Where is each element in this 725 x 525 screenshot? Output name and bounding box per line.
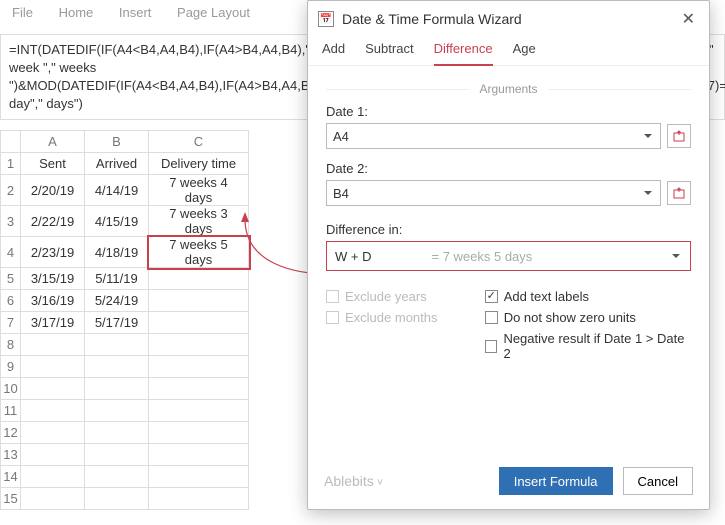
cell[interactable] xyxy=(21,466,85,488)
row-header[interactable]: 11 xyxy=(1,400,21,422)
row-header[interactable]: 7 xyxy=(1,312,21,334)
cell[interactable] xyxy=(21,378,85,400)
row-header[interactable]: 5 xyxy=(1,268,21,290)
cell[interactable]: Arrived xyxy=(85,153,149,175)
spreadsheet-grid: A B C 1 Sent Arrived Delivery time 2 2/2… xyxy=(0,130,249,510)
range-picker-icon xyxy=(673,130,685,142)
cell[interactable] xyxy=(149,290,249,312)
range-picker-icon xyxy=(673,187,685,199)
date1-input[interactable]: A4 xyxy=(326,123,661,149)
checkbox-exclude-years: Exclude years xyxy=(326,289,485,304)
cell[interactable] xyxy=(149,356,249,378)
tab-difference[interactable]: Difference xyxy=(434,35,493,66)
dialog-tabs: Add Subtract Difference Age xyxy=(308,35,709,66)
col-header-c[interactable]: C xyxy=(149,131,249,153)
tab-pagelayout[interactable]: Page Layout xyxy=(177,5,250,20)
cell-highlighted[interactable]: 7 weeks 5 days xyxy=(149,237,249,268)
cell[interactable] xyxy=(85,444,149,466)
checkbox-no-zero-units[interactable]: Do not show zero units xyxy=(485,310,691,325)
cell[interactable] xyxy=(149,422,249,444)
row-header[interactable]: 15 xyxy=(1,488,21,510)
cell[interactable] xyxy=(85,488,149,510)
cell[interactable]: 5/24/19 xyxy=(85,290,149,312)
cell[interactable]: 2/22/19 xyxy=(21,206,85,237)
checkbox-add-text-labels[interactable]: Add text labels xyxy=(485,289,691,304)
cell[interactable]: 7 weeks 4 days xyxy=(149,175,249,206)
cell[interactable] xyxy=(85,466,149,488)
tab-file[interactable]: File xyxy=(12,5,33,20)
cell[interactable] xyxy=(149,268,249,290)
cell[interactable] xyxy=(149,444,249,466)
row-header[interactable]: 6 xyxy=(1,290,21,312)
row-header[interactable]: 2 xyxy=(1,175,21,206)
row-header[interactable]: 4 xyxy=(1,237,21,268)
tab-home[interactable]: Home xyxy=(59,5,94,20)
date2-range-picker-button[interactable] xyxy=(667,181,691,205)
checkbox-negative-result[interactable]: Negative result if Date 1 > Date 2 xyxy=(485,331,691,361)
cell[interactable]: Sent xyxy=(21,153,85,175)
col-header-b[interactable]: B xyxy=(85,131,149,153)
cell[interactable] xyxy=(149,334,249,356)
row-header[interactable]: 13 xyxy=(1,444,21,466)
row-header[interactable]: 10 xyxy=(1,378,21,400)
difference-in-select[interactable]: W + D = 7 weeks 5 days xyxy=(326,241,691,271)
date1-label: Date 1: xyxy=(326,104,691,119)
cell[interactable]: 4/15/19 xyxy=(85,206,149,237)
brand-menu[interactable]: Ablebits xyxy=(324,473,383,489)
date1-range-picker-button[interactable] xyxy=(667,124,691,148)
row-header[interactable]: 1 xyxy=(1,153,21,175)
cell[interactable] xyxy=(149,488,249,510)
cell[interactable] xyxy=(21,334,85,356)
cell[interactable]: 4/18/19 xyxy=(85,237,149,268)
cell[interactable] xyxy=(21,400,85,422)
row-header[interactable]: 3 xyxy=(1,206,21,237)
difference-preview: = 7 weeks 5 days xyxy=(431,249,532,264)
cell[interactable]: 2/23/19 xyxy=(21,237,85,268)
dialog-title: Date & Time Formula Wizard xyxy=(342,11,522,27)
cell[interactable]: 4/14/19 xyxy=(85,175,149,206)
row-header[interactable]: 8 xyxy=(1,334,21,356)
tab-add[interactable]: Add xyxy=(322,35,345,65)
select-all-corner[interactable] xyxy=(1,131,21,153)
difference-in-label: Difference in: xyxy=(326,222,691,237)
row-header[interactable]: 12 xyxy=(1,422,21,444)
cell[interactable] xyxy=(85,356,149,378)
cell[interactable] xyxy=(85,378,149,400)
cell[interactable] xyxy=(85,400,149,422)
cell[interactable]: 7 weeks 3 days xyxy=(149,206,249,237)
col-header-a[interactable]: A xyxy=(21,131,85,153)
cancel-button[interactable]: Cancel xyxy=(623,467,693,495)
insert-formula-button[interactable]: Insert Formula xyxy=(499,467,613,495)
close-button[interactable]: ✕ xyxy=(678,9,699,29)
tab-age[interactable]: Age xyxy=(513,35,536,65)
cell[interactable]: 3/17/19 xyxy=(21,312,85,334)
cell[interactable]: Delivery time xyxy=(149,153,249,175)
calendar-icon: 📅 xyxy=(318,11,334,27)
cell[interactable]: 5/11/19 xyxy=(85,268,149,290)
arguments-separator: Arguments xyxy=(326,82,691,96)
date2-label: Date 2: xyxy=(326,161,691,176)
date2-input[interactable]: B4 xyxy=(326,180,661,206)
cell[interactable] xyxy=(21,356,85,378)
cell[interactable] xyxy=(149,466,249,488)
cell[interactable]: 3/16/19 xyxy=(21,290,85,312)
cell[interactable] xyxy=(85,422,149,444)
cell[interactable] xyxy=(21,422,85,444)
cell[interactable]: 5/17/19 xyxy=(85,312,149,334)
tab-subtract[interactable]: Subtract xyxy=(365,35,413,65)
cell[interactable] xyxy=(21,444,85,466)
row-header[interactable]: 9 xyxy=(1,356,21,378)
cell[interactable]: 2/20/19 xyxy=(21,175,85,206)
cell[interactable] xyxy=(149,312,249,334)
cell[interactable] xyxy=(21,488,85,510)
tab-insert[interactable]: Insert xyxy=(119,5,152,20)
cell[interactable] xyxy=(149,400,249,422)
formula-wizard-dialog: 📅 Date & Time Formula Wizard ✕ Add Subtr… xyxy=(307,0,710,510)
cell[interactable]: 3/15/19 xyxy=(21,268,85,290)
row-header[interactable]: 14 xyxy=(1,466,21,488)
cell[interactable] xyxy=(85,334,149,356)
checkbox-exclude-months: Exclude months xyxy=(326,310,485,325)
cell[interactable] xyxy=(149,378,249,400)
